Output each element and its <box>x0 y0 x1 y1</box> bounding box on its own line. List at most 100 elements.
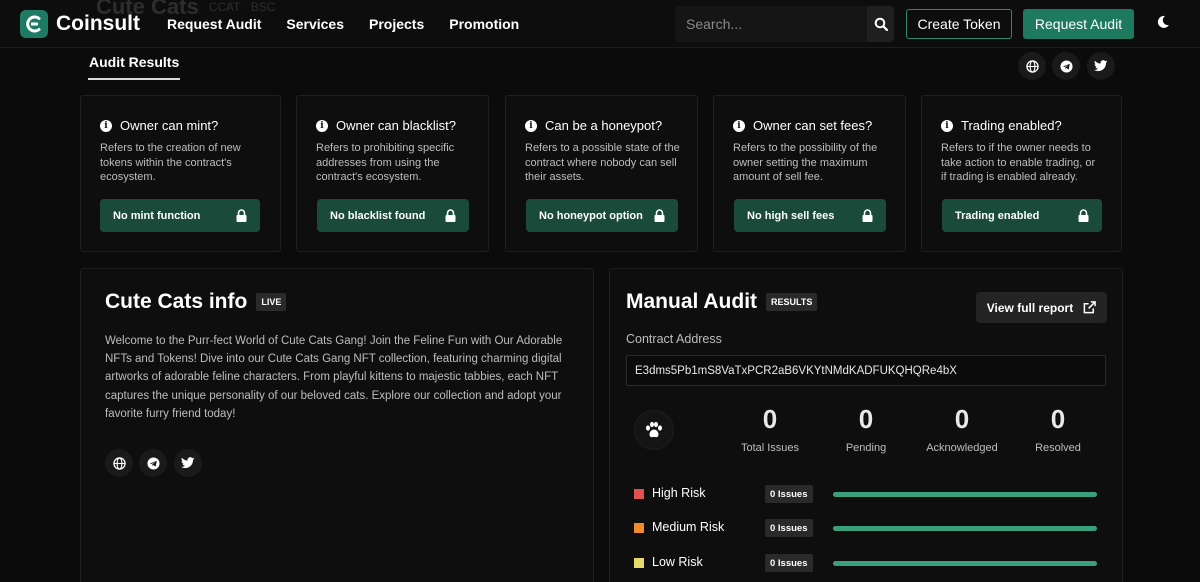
risk-progress-bar <box>833 492 1097 497</box>
globe-icon <box>1025 59 1039 73</box>
nav-services[interactable]: Services <box>286 16 344 32</box>
check-badge: Trading enabled <box>942 199 1102 232</box>
info-telegram-link[interactable] <box>139 449 167 477</box>
check-description: Refers to a possible state of the contra… <box>525 142 680 183</box>
info-twitter-link[interactable] <box>174 449 202 477</box>
coinsult-logo-icon <box>20 10 48 38</box>
globe-icon <box>112 456 126 470</box>
check-card-mint: i Owner can mint? Refers to the creation… <box>80 95 281 252</box>
stat-label: Total Issues <box>740 442 800 454</box>
check-description: Refers to the possibility of the owner s… <box>733 142 878 183</box>
logo[interactable]: Coinsult <box>20 10 140 38</box>
lock-icon <box>654 209 665 222</box>
token-avatar <box>634 410 674 450</box>
stat-value: 0 <box>954 404 970 434</box>
info-description: Welcome to the Purr-fect World of Cute C… <box>105 335 563 420</box>
info-website-link[interactable] <box>105 449 133 477</box>
check-card-honeypot: i Can be a honeypot? Refers to a possibl… <box>505 95 698 252</box>
check-badge: No mint function <box>100 199 260 232</box>
view-full-report-button[interactable]: View full report <box>976 292 1107 323</box>
lock-icon <box>445 209 456 222</box>
check-description: Refers to the creation of new tokens wit… <box>100 142 241 183</box>
stat-label: Acknowledged <box>926 442 998 454</box>
risk-label: High Risk <box>652 486 706 500</box>
check-title: Owner can set fees? <box>753 118 873 133</box>
check-title: Trading enabled? <box>961 118 1062 133</box>
risk-color-swatch <box>634 558 644 568</box>
stat-pending: 0 Pending <box>816 403 916 454</box>
contract-address-label: Contract Address <box>626 332 722 346</box>
website-link[interactable] <box>1018 52 1046 80</box>
navbar: Cute Cats CCAT · BSC Coinsult Request Au… <box>0 0 1200 48</box>
risk-progress-fill <box>833 561 1097 566</box>
risk-label: Medium Risk <box>652 520 725 534</box>
twitter-icon <box>181 457 195 469</box>
stat-value: 0 <box>762 404 778 434</box>
stat-label: Pending <box>845 442 887 454</box>
nav-projects[interactable]: Projects <box>369 16 424 32</box>
manual-audit-panel: Manual Audit RESULTS View full report Co… <box>609 268 1123 582</box>
risk-progress-bar <box>833 526 1097 531</box>
nav-promotion[interactable]: Promotion <box>449 16 519 32</box>
external-link-icon <box>1083 301 1097 314</box>
telegram-icon <box>1059 59 1073 73</box>
risk-row-low: Low Risk 0 Issues <box>634 554 1099 572</box>
info-title: Cute Cats info <box>105 290 248 313</box>
check-description: Refers to if the owner needs to take act… <box>941 142 1096 183</box>
check-badge-label: No high sell fees <box>747 209 835 222</box>
moon-icon <box>1157 15 1169 28</box>
risk-issues-badge: 0 Issues <box>765 485 813 503</box>
nav-request-audit[interactable]: Request Audit <box>167 16 261 32</box>
info-icon: i <box>525 119 537 132</box>
risk-color-swatch <box>634 523 644 533</box>
theme-toggle-button[interactable] <box>1150 9 1176 35</box>
check-badge-label: Trading enabled <box>955 209 1040 222</box>
report-button-label: View full report <box>986 300 1074 315</box>
live-tag: LIVE <box>256 293 287 311</box>
ghost-subtitle: CCAT · BSC <box>208 0 276 14</box>
contract-address-field[interactable]: E3dms5Pb1mS8VaTxPCR2aB6VKYtNMdKADFUKQHQR… <box>626 355 1106 386</box>
stat-total-issues: 0 Total Issues <box>720 403 820 454</box>
telegram-link[interactable] <box>1052 52 1080 80</box>
risk-progress-fill <box>833 526 1097 531</box>
paw-icon <box>646 421 662 438</box>
search-icon <box>874 17 888 31</box>
stat-value: 0 <box>1050 404 1066 434</box>
stat-label: Resolved <box>1035 442 1081 454</box>
lock-icon <box>862 209 873 222</box>
check-badge: No honeypot option <box>526 199 678 232</box>
check-badge-label: No mint function <box>113 209 201 222</box>
twitter-link[interactable] <box>1087 52 1115 80</box>
check-badge-label: No blacklist found <box>330 209 426 222</box>
check-card-trading: i Trading enabled? Refers to if the owne… <box>921 95 1122 252</box>
check-card-fees: i Owner can set fees? Refers to the poss… <box>713 95 906 252</box>
stat-value: 0 <box>858 404 874 434</box>
lock-icon <box>1078 209 1089 222</box>
check-badge-label: No honeypot option <box>539 209 643 222</box>
audit-title: Manual Audit <box>626 290 758 313</box>
tab-audit-results[interactable]: Audit Results <box>88 54 181 80</box>
check-title: Can be a honeypot? <box>545 118 663 133</box>
brand-name: Coinsult <box>56 12 140 35</box>
twitter-icon <box>1094 60 1108 72</box>
info-icon: i <box>316 119 328 132</box>
request-audit-button[interactable]: Request Audit <box>1023 9 1134 39</box>
check-card-blacklist: i Owner can blacklist? Refers to prohibi… <box>296 95 489 252</box>
search-box <box>675 6 894 42</box>
risk-progress-bar <box>833 561 1097 566</box>
stat-acknowledged: 0 Acknowledged <box>912 403 1012 454</box>
risk-row-medium: Medium Risk 0 Issues <box>634 519 1099 537</box>
risk-color-swatch <box>634 489 644 499</box>
telegram-icon <box>146 456 160 470</box>
create-token-button[interactable]: Create Token <box>906 9 1012 39</box>
check-title: Owner can blacklist? <box>336 118 456 133</box>
info-icon: i <box>100 119 112 132</box>
check-badge: No blacklist found <box>317 199 469 232</box>
risk-issues-badge: 0 Issues <box>765 519 813 537</box>
stat-resolved: 0 Resolved <box>1008 403 1108 454</box>
token-info-panel: Cute Cats info LIVE Welcome to the Purr-… <box>80 268 594 582</box>
search-input[interactable] <box>675 6 867 42</box>
search-button[interactable] <box>867 6 894 42</box>
risk-row-high: High Risk 0 Issues <box>634 485 1099 503</box>
risk-label: Low Risk <box>652 555 703 569</box>
